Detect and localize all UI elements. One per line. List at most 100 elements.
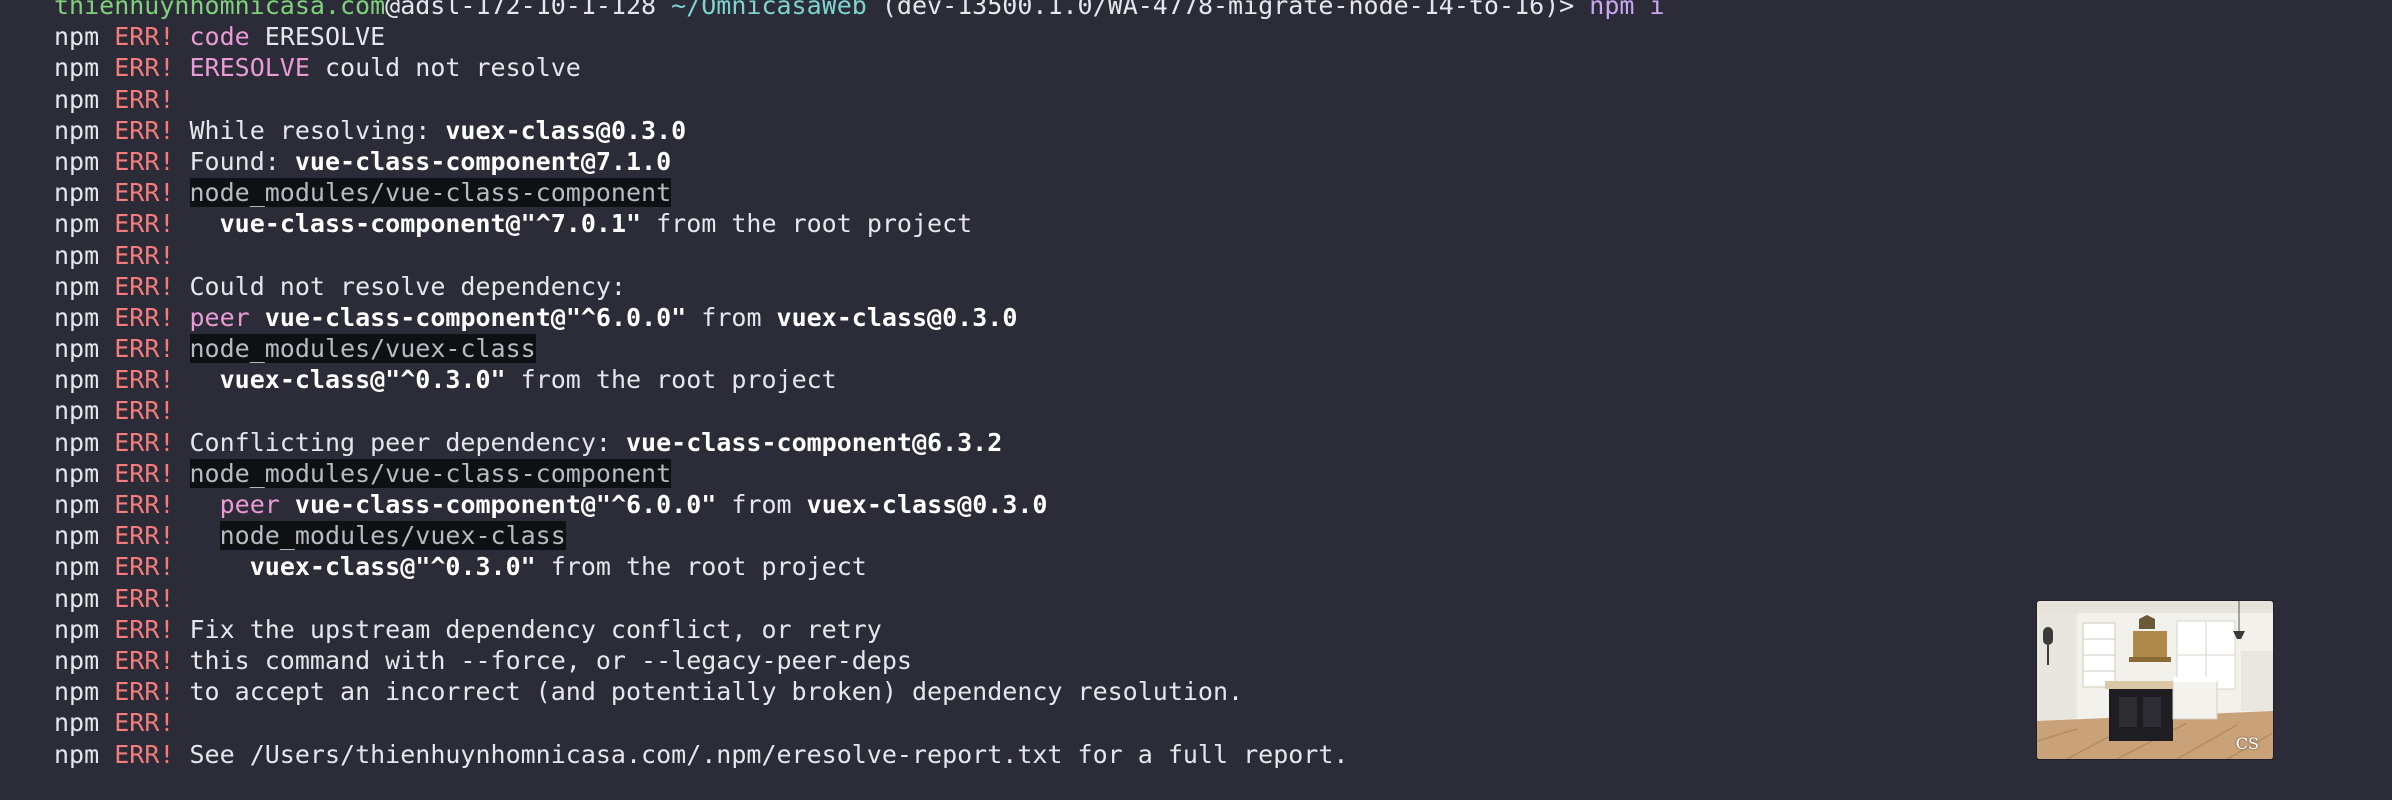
npm-err-line: npm ERR! xyxy=(54,240,2374,271)
npm-err-line: npm ERR! See /Users/thienhuynhomnicasa.c… xyxy=(54,739,2374,770)
npm-err-line: npm ERR! ERESOLVE could not resolve xyxy=(54,52,2374,83)
err-tag: ERR! xyxy=(114,178,175,208)
err-tag: ERR! xyxy=(114,708,175,738)
npm-err-line: npm ERR! node_modules/vuex-class xyxy=(54,333,2374,364)
npm-prefix: npm xyxy=(54,146,100,176)
npm-prefix: npm xyxy=(54,645,100,675)
log-text-segment: vue-class-component xyxy=(294,490,581,519)
npm-err-line: npm ERR! Found: vue-class-component@7.1.… xyxy=(54,146,2374,177)
npm-prefix: npm xyxy=(54,365,100,395)
module-path-highlight: node_modules/vue-class-component xyxy=(189,458,672,488)
log-text-segment: @"^6.0.0" xyxy=(550,302,687,332)
log-text-segment xyxy=(190,521,220,550)
log-text-segment: @"^0.3.0" xyxy=(370,365,506,395)
npm-prefix: npm xyxy=(54,739,100,769)
log-text-segment: vue-class-component xyxy=(219,209,506,239)
err-tag: ERR! xyxy=(114,490,175,519)
npm-prefix: npm xyxy=(54,614,100,644)
log-text-segment xyxy=(280,490,295,519)
log-text-segment: vuex-class xyxy=(219,365,371,395)
err-tag: ERR! xyxy=(114,271,175,301)
log-text-segment: ERESOLVE xyxy=(249,22,386,52)
npm-err-line: npm ERR! xyxy=(54,84,2374,115)
npm-prefix: npm xyxy=(54,115,100,145)
err-tag: ERR! xyxy=(114,458,175,488)
log-text-segment: from xyxy=(686,302,777,332)
log-text-segment: from the root project xyxy=(641,209,973,239)
npm-err-line: npm ERR! node_modules/vue-class-componen… xyxy=(54,177,2374,208)
npm-prefix: npm xyxy=(54,396,100,426)
npm-err-line: npm ERR! vuex-class@"^0.3.0" from the ro… xyxy=(54,364,2374,395)
npm-err-line: npm ERR! xyxy=(54,395,2374,426)
err-tag: ERR! xyxy=(114,552,175,582)
kitchen-thumbnail-image[interactable]: CS xyxy=(2037,601,2273,759)
err-tag: ERR! xyxy=(114,677,175,707)
log-text-segment: vue-class-component@7.1.0 xyxy=(294,146,672,176)
err-tag: ERR! xyxy=(114,645,175,675)
module-path-highlight: node_modules/vuex-class xyxy=(219,521,566,551)
log-text-segment: vuex-class@0.3.0 xyxy=(445,115,687,145)
npm-err-line: npm ERR! While resolving: vuex-class@0.3… xyxy=(54,115,2374,146)
log-text-segment: @"^7.0.1" xyxy=(505,209,642,239)
log-text-segment: vuex-class@0.3.0 xyxy=(776,302,1018,332)
npm-err-line: npm ERR! vue-class-component@"^7.0.1" fr… xyxy=(54,208,2374,239)
prompt-host: @adsl-172-10-1-128 xyxy=(385,0,657,20)
npm-err-line: npm ERR! to accept an incorrect (and pot… xyxy=(54,676,2374,707)
npm-prefix: npm xyxy=(54,583,100,613)
npm-prefix: npm xyxy=(54,521,100,551)
log-text-segment: vue-class-component@6.3.2 xyxy=(626,427,1003,457)
npm-prefix: npm xyxy=(54,302,100,332)
npm-prefix: npm xyxy=(54,490,100,519)
log-text-segment: this command with --force, or --legacy-p… xyxy=(189,645,912,675)
npm-err-line: npm ERR! Conflicting peer dependency: vu… xyxy=(54,427,2374,458)
terminal-window[interactable]: thienhuynhomnicasa.com@adsl-172-10-1-128… xyxy=(54,0,2374,790)
npm-prefix: npm xyxy=(54,209,100,239)
err-tag: ERR! xyxy=(114,146,175,176)
err-tag: ERR! xyxy=(114,240,175,270)
err-tag: ERR! xyxy=(114,365,175,395)
npm-prefix: npm xyxy=(54,240,100,270)
npm-err-line: npm ERR! peer vue-class-component@"^6.0.… xyxy=(54,489,2374,520)
err-tag: ERR! xyxy=(114,302,175,332)
log-text-segment: peer xyxy=(189,302,250,332)
log-text-segment xyxy=(190,490,220,519)
log-text-segment: While resolving: xyxy=(189,115,446,145)
err-tag: ERR! xyxy=(114,614,175,644)
log-text-segment: code xyxy=(189,22,250,52)
npm-err-line: npm ERR! xyxy=(54,707,2374,738)
prompt-branch: (dev-13500.1.0/WA-4778-migrate-node-14-t… xyxy=(881,0,1575,20)
npm-err-line: npm ERR! peer vue-class-component@"^6.0.… xyxy=(54,302,2374,333)
err-tag: ERR! xyxy=(114,427,175,457)
npm-prefix: npm xyxy=(54,708,100,738)
npm-prefix: npm xyxy=(54,334,100,364)
npm-prefix: npm xyxy=(54,458,100,488)
npm-err-line: npm ERR! Fix the upstream dependency con… xyxy=(54,614,2374,645)
npm-prefix: npm xyxy=(54,552,100,582)
log-text-segment: vuex-class xyxy=(249,552,401,582)
npm-prefix: npm xyxy=(54,22,100,52)
err-tag: ERR! xyxy=(114,22,175,52)
log-text-segment: Could not resolve dependency: xyxy=(189,271,627,301)
log-text-segment: vuex-class@0.3.0 xyxy=(806,490,1048,519)
prompt-command: npm i xyxy=(1589,0,1665,20)
npm-err-line: npm ERR! Could not resolve dependency: xyxy=(54,271,2374,302)
npm-prefix: npm xyxy=(54,178,100,208)
log-text-segment: from the root project xyxy=(535,552,867,582)
npm-err-line: npm ERR! xyxy=(54,583,2374,614)
log-text-segment: Fix the upstream dependency conflict, or… xyxy=(189,614,882,644)
npm-err-line: npm ERR! code ERESOLVE xyxy=(54,21,2374,52)
npm-prefix: npm xyxy=(54,53,100,83)
npm-prefix: npm xyxy=(54,84,100,114)
log-text-segment: Found: xyxy=(189,146,295,176)
err-tag: ERR! xyxy=(114,334,175,364)
log-text-segment xyxy=(250,303,265,332)
log-text-segment: See /Users/thienhuynhomnicasa.com/.npm/e… xyxy=(189,739,1349,769)
err-tag: ERR! xyxy=(114,521,175,551)
npm-error-log: npm ERR! code ERESOLVE npm ERR! ERESOLVE … xyxy=(54,21,2374,770)
log-text-segment: Conflicting peer dependency: xyxy=(189,427,626,457)
log-text-segment: @"^0.3.0" xyxy=(400,552,536,582)
module-path-highlight: node_modules/vuex-class xyxy=(189,334,536,364)
log-text-segment xyxy=(190,365,220,394)
err-tag: ERR! xyxy=(114,583,175,613)
log-text-segment xyxy=(190,209,220,238)
